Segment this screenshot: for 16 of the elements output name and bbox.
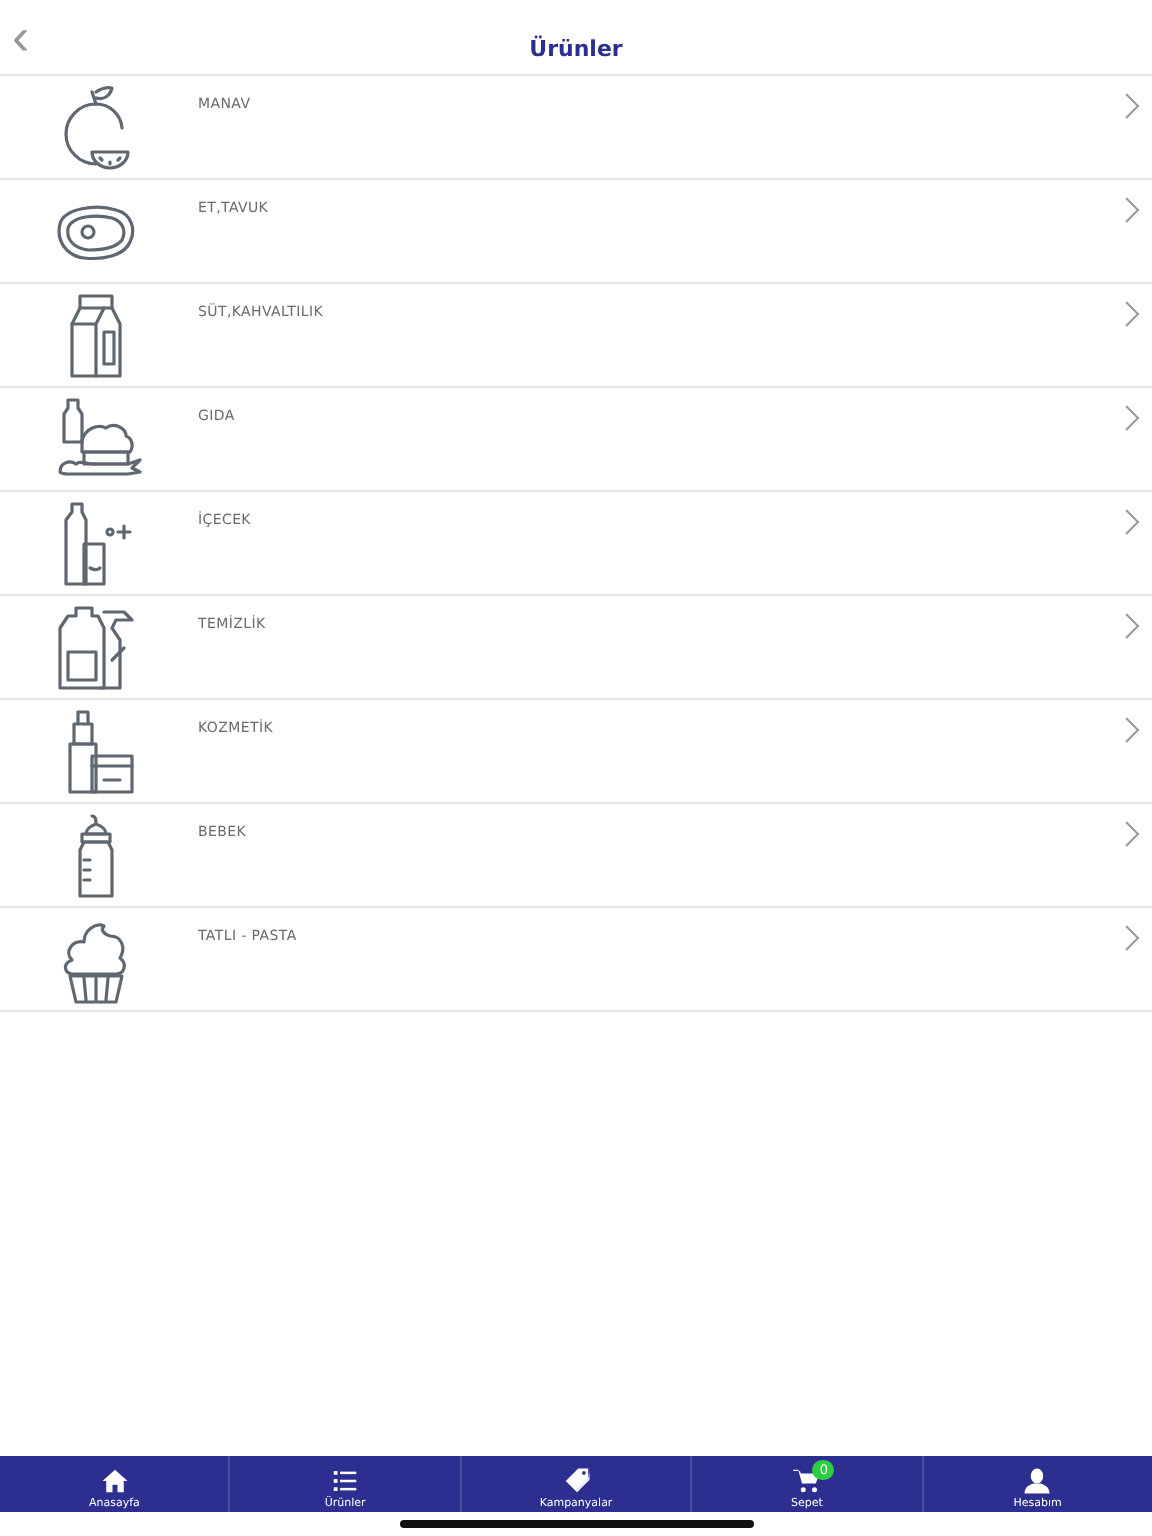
chevron-icon: [1124, 404, 1140, 432]
user-icon: [1022, 1466, 1053, 1496]
chevron-icon: [1124, 508, 1140, 536]
chevron-icon: [1124, 92, 1140, 120]
tags-icon: [561, 1466, 592, 1496]
home-icon: [99, 1466, 130, 1496]
back-button[interactable]: ‹: [12, 16, 30, 56]
chevron-icon: [1124, 716, 1140, 744]
list-icon: [330, 1466, 361, 1496]
chevron-icon: [1124, 612, 1140, 640]
chevron-icon: [1124, 300, 1140, 328]
chevron-icon: [1124, 924, 1140, 952]
cart-icon: [791, 1466, 822, 1496]
chevron-icon: [1124, 820, 1140, 848]
page-title: Ürünler: [529, 36, 623, 62]
chevron-icon: [1124, 196, 1140, 224]
